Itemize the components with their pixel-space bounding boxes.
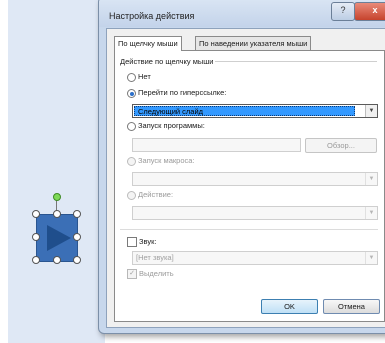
resize-handle-left[interactable] bbox=[32, 233, 40, 241]
browse-button[interactable]: Обзор... bbox=[305, 138, 377, 153]
dialog-client: По щелчку мыши По наведении указателя мы… bbox=[106, 28, 385, 328]
radio-action-label: Действие: bbox=[138, 190, 174, 199]
action-button-shape[interactable] bbox=[32, 193, 81, 264]
slide-canvas[interactable] bbox=[0, 0, 105, 343]
sound-checkbox[interactable] bbox=[127, 237, 137, 247]
sound-select-value: [Нет звука] bbox=[136, 253, 174, 262]
chevron-down-icon[interactable]: ▼ bbox=[365, 252, 377, 264]
resize-handle-top-left[interactable] bbox=[32, 210, 40, 218]
canvas-margin bbox=[0, 0, 8, 343]
dialog-titlebar[interactable]: Настройка действия ? x bbox=[99, 0, 385, 27]
help-button[interactable]: ? bbox=[331, 2, 355, 21]
macro-select[interactable]: ▼ bbox=[132, 172, 378, 186]
sound-label: Звук: bbox=[139, 237, 157, 246]
dialog-title: Настройка действия bbox=[109, 11, 195, 21]
action-settings-dialog: Настройка действия ? x По щелчку мыши По… bbox=[98, 0, 385, 334]
resize-handle-right[interactable] bbox=[73, 233, 81, 241]
radio-none-label: Нет bbox=[138, 72, 151, 81]
cancel-button[interactable]: Отмена bbox=[323, 299, 380, 314]
chevron-down-icon[interactable]: ▼ bbox=[365, 207, 377, 219]
hyperlink-selected-value: Следующий слайд bbox=[134, 106, 355, 116]
sound-select[interactable]: [Нет звука] ▼ bbox=[132, 251, 378, 265]
action-group-label: Действие по щелчку мыши bbox=[120, 57, 214, 66]
action-select[interactable]: ▼ bbox=[132, 206, 378, 220]
ok-button[interactable]: OK bbox=[261, 299, 318, 314]
resize-handle-bottom-left[interactable] bbox=[32, 256, 40, 264]
tab-on-hover[interactable]: По наведении указателя мыши bbox=[195, 36, 312, 50]
resize-handle-bottom[interactable] bbox=[53, 256, 61, 264]
rotation-handle[interactable] bbox=[53, 193, 61, 201]
hyperlink-select[interactable]: Следующий слайд ▼ bbox=[132, 104, 378, 118]
tab-panel: Действие по щелчку мыши Нет Перейти по г… bbox=[114, 50, 385, 322]
radio-hyperlink[interactable] bbox=[127, 89, 136, 98]
radio-run-program[interactable] bbox=[127, 122, 136, 131]
radio-none[interactable] bbox=[127, 73, 136, 82]
resize-handle-bottom-right[interactable] bbox=[73, 256, 81, 264]
chevron-down-icon[interactable]: ▼ bbox=[365, 105, 377, 117]
highlight-checkbox[interactable]: ✓ bbox=[127, 269, 137, 279]
radio-hyperlink-label: Перейти по гиперссылке: bbox=[138, 88, 227, 97]
resize-handle-top-right[interactable] bbox=[73, 210, 81, 218]
group-divider bbox=[215, 61, 377, 62]
highlight-label: Выделить bbox=[139, 269, 174, 278]
tab-on-click[interactable]: По щелчку мыши bbox=[114, 36, 182, 51]
radio-run-macro[interactable] bbox=[127, 157, 136, 166]
close-button[interactable]: x bbox=[354, 2, 385, 21]
radio-run-macro-label: Запуск макроса: bbox=[138, 156, 195, 165]
resize-handle-top[interactable] bbox=[53, 210, 61, 218]
forward-action-button[interactable] bbox=[36, 214, 78, 262]
radio-action[interactable] bbox=[127, 191, 136, 200]
chevron-down-icon[interactable]: ▼ bbox=[365, 173, 377, 185]
section-divider bbox=[120, 229, 378, 230]
play-icon bbox=[47, 225, 71, 251]
program-path-input[interactable] bbox=[132, 138, 301, 152]
radio-run-program-label: Запуск программы: bbox=[138, 121, 205, 130]
